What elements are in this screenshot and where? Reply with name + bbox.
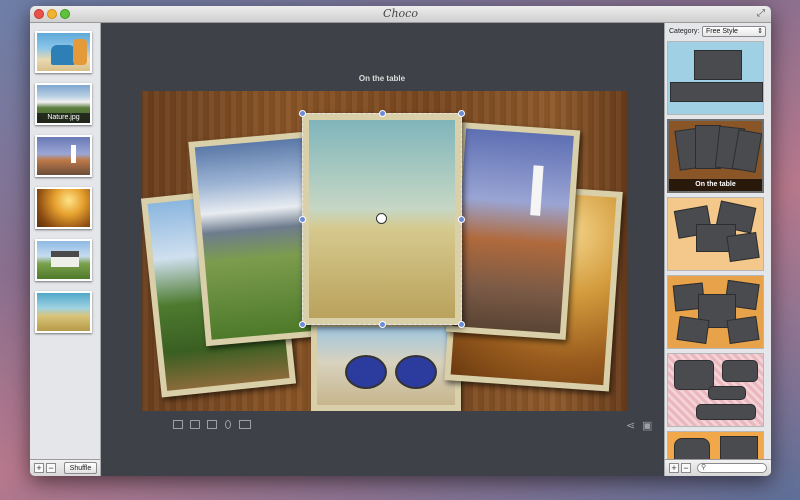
- layout-sidebar: Category: Free Style ⇕ On the table + − …: [664, 23, 771, 476]
- thumb-dirt-road[interactable]: [35, 291, 92, 333]
- thumb-label: Nature.jpg: [37, 113, 90, 123]
- layout-option[interactable]: [667, 275, 764, 349]
- layout-option[interactable]: [667, 197, 764, 271]
- remove-photo-button[interactable]: −: [46, 463, 56, 473]
- layout-option[interactable]: [667, 41, 764, 115]
- thumb-lighthouse[interactable]: [35, 135, 92, 177]
- main-editor: On the table ⋖ ▣: [101, 23, 663, 476]
- resize-handle[interactable]: [299, 216, 306, 223]
- layout-slot: [696, 404, 756, 420]
- beach-chair-shape: [51, 45, 75, 65]
- lighthouse-shape: [530, 165, 544, 216]
- photo-sunglasses[interactable]: [311, 321, 461, 411]
- crop-icon[interactable]: [173, 420, 183, 429]
- right-sidebar-bottom-bar: + − ⚲: [665, 459, 771, 476]
- resize-handle[interactable]: [458, 216, 465, 223]
- photo-library-sidebar: Nature.jpg + − Shuffle: [30, 23, 101, 476]
- left-sidebar-bottom-bar: + − Shuffle: [30, 459, 100, 476]
- thumb-beach-chairs[interactable]: [35, 31, 92, 73]
- title-bar: Choco ⤢: [30, 6, 771, 23]
- thumb-house[interactable]: [35, 239, 92, 281]
- app-window: Choco ⤢ Nature.jpg + − Shuffle On the ta…: [30, 6, 771, 476]
- remove-layout-button[interactable]: −: [681, 463, 691, 473]
- drop-icon[interactable]: [225, 420, 231, 429]
- add-layout-button[interactable]: +: [669, 463, 679, 473]
- layout-label: On the table: [669, 179, 762, 191]
- shuffle-button[interactable]: Shuffle: [64, 462, 97, 474]
- photo-lighthouse[interactable]: [445, 122, 581, 340]
- folder-icon[interactable]: [190, 420, 200, 429]
- photo-image: [317, 327, 455, 405]
- layout-slot: [670, 82, 763, 102]
- layout-slot: [674, 360, 714, 390]
- chevron-updown-icon: ⇕: [757, 28, 763, 35]
- category-label: Category:: [669, 28, 700, 35]
- grid-icon[interactable]: [207, 420, 217, 429]
- beach-chair-shape: [73, 39, 87, 65]
- export-icon[interactable]: ▣: [642, 419, 652, 432]
- resize-handle[interactable]: [458, 110, 465, 117]
- layout-slot: [694, 50, 742, 80]
- lighthouse-shape: [71, 145, 76, 163]
- search-field[interactable]: ⚲: [697, 463, 767, 473]
- resize-handle[interactable]: [379, 321, 386, 328]
- lens-shape: [395, 355, 437, 389]
- layout-slot: [726, 232, 760, 262]
- layout-option-on-the-table[interactable]: On the table: [667, 119, 764, 193]
- frame-icon[interactable]: [239, 420, 251, 429]
- resize-handle[interactable]: [299, 321, 306, 328]
- rotate-handle[interactable]: [376, 213, 387, 224]
- add-photo-button[interactable]: +: [34, 463, 44, 473]
- resize-handle[interactable]: [458, 321, 465, 328]
- layout-slot: [676, 316, 710, 344]
- share-icon[interactable]: ⋖: [626, 419, 635, 432]
- house-shape: [51, 251, 79, 267]
- search-icon: ⚲: [701, 464, 707, 471]
- canvas-title: On the table: [358, 74, 406, 83]
- layout-option[interactable]: [667, 353, 764, 427]
- thumb-golden-field[interactable]: [35, 187, 92, 229]
- window-title: Choco: [383, 7, 418, 20]
- thumb-nature[interactable]: Nature.jpg: [35, 83, 92, 125]
- photo-image: [452, 128, 574, 334]
- layout-slot: [726, 316, 760, 344]
- category-select[interactable]: Free Style ⇕: [702, 26, 766, 37]
- collage-canvas[interactable]: [141, 91, 627, 411]
- category-value: Free Style: [706, 28, 738, 35]
- lens-shape: [345, 355, 387, 389]
- layout-slot: [708, 386, 746, 400]
- layout-slot: [722, 360, 758, 382]
- resize-handle[interactable]: [379, 110, 386, 117]
- expand-icon[interactable]: ⤢: [757, 8, 765, 19]
- resize-handle[interactable]: [299, 110, 306, 117]
